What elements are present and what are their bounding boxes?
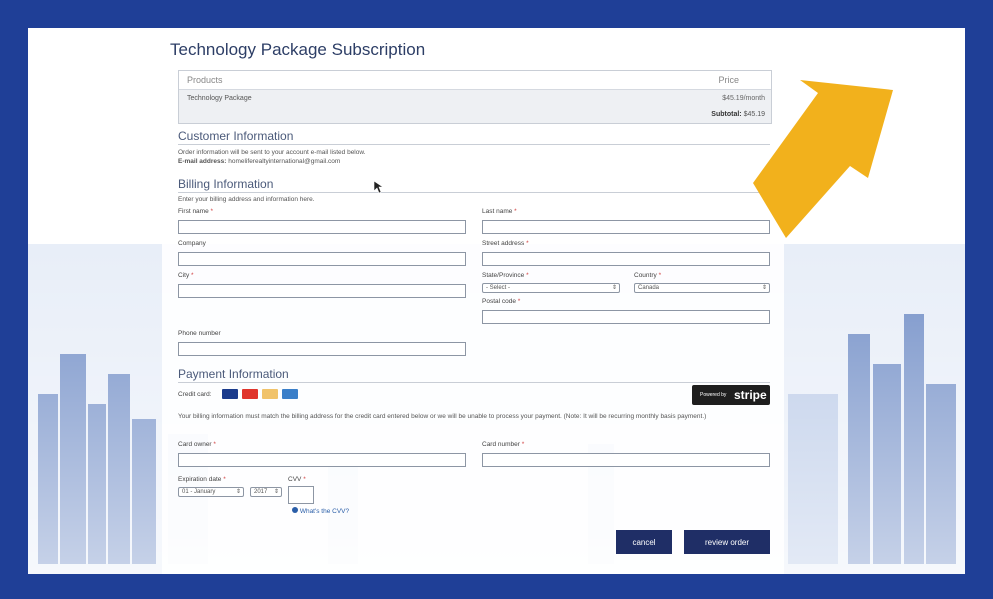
- outer-frame: Technology Package Subscription Products…: [0, 0, 993, 599]
- highlight-arrow-icon: [753, 80, 893, 238]
- page-canvas: Technology Package Subscription Products…: [28, 28, 965, 574]
